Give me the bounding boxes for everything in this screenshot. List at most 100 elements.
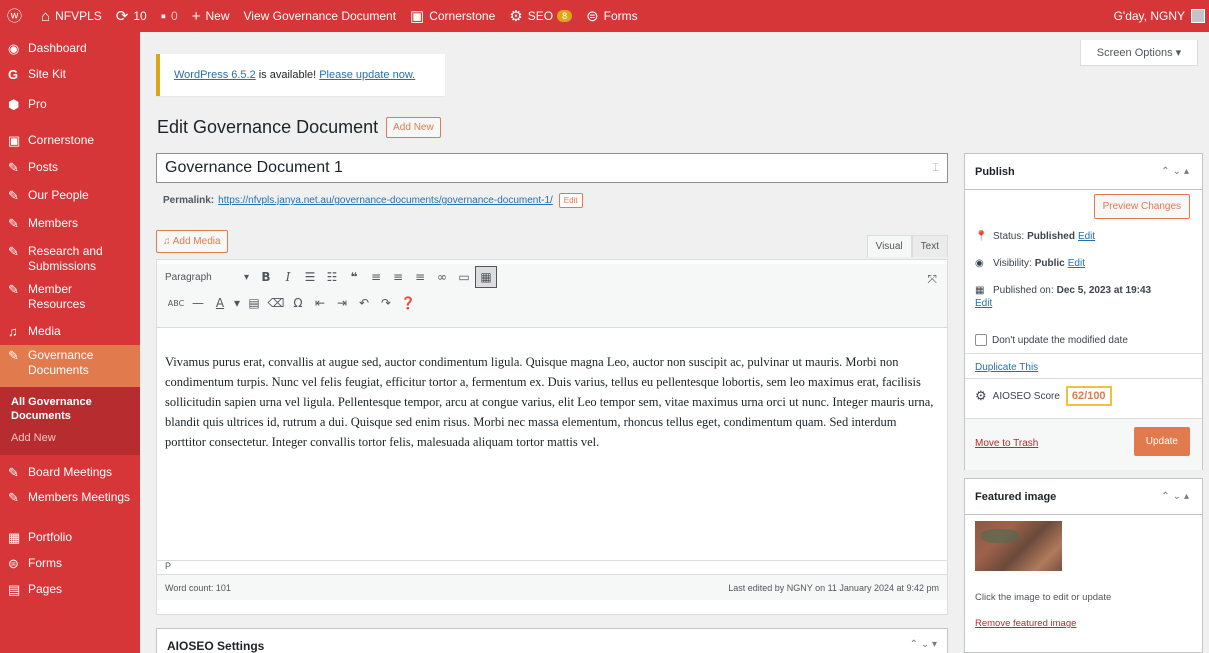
sidebar-item-dashboard[interactable]: ◉ Dashboard <box>0 32 140 64</box>
special-character-icon[interactable]: Ω <box>287 292 309 314</box>
fullscreen-icon[interactable]: ⤧ <box>927 272 937 287</box>
editor-toolbar: Paragraph ▾ B I ☰ ☷ ❝ ≡ ≡ ≡ ∞ ▭ ▦ ABC — A… <box>157 264 947 328</box>
text-color-icon[interactable]: A <box>209 292 231 314</box>
comments-link[interactable]: ▪ 0 <box>154 0 185 32</box>
box-controls[interactable]: ⌃ ⌄ ▾ <box>910 639 937 653</box>
outdent-icon[interactable]: ⇤ <box>309 292 331 314</box>
sidebar-item-members[interactable]: ✎ Members <box>0 213 140 241</box>
permalink-row: Permalink: https://nfvpls.janya.net.au/g… <box>163 193 583 208</box>
sidebar-item-our-people[interactable]: ✎ Our People <box>0 185 140 213</box>
read-more-icon[interactable]: ▭ <box>453 266 475 288</box>
featured-image-thumbnail[interactable] <box>975 521 1062 571</box>
link-icon[interactable]: ∞ <box>431 266 453 288</box>
horizontal-line-icon[interactable]: — <box>187 292 209 314</box>
site-name-link[interactable]: ⌂ NFVPLS <box>34 0 109 32</box>
refresh-icon: ⟳ <box>115 7 129 25</box>
editor-tools: ♫ Add Media Visual Text <box>156 215 948 259</box>
toolbar-toggle-icon[interactable]: ▦ <box>475 266 497 288</box>
tab-visual[interactable]: Visual <box>866 235 912 257</box>
help-icon[interactable]: ❓ <box>397 292 419 314</box>
date-edit-link[interactable]: Edit <box>975 298 1195 309</box>
publish-header: Publish ⌃⌄▴ <box>965 154 1202 190</box>
sidebar-item-pro[interactable]: ⬢ Pro <box>0 94 140 130</box>
move-to-trash-link[interactable]: Move to Trash <box>975 438 1038 449</box>
editor-box: Paragraph ▾ B I ☰ ☷ ❝ ≡ ≡ ≡ ∞ ▭ ▦ ABC — A… <box>156 259 948 615</box>
bold-icon[interactable]: B <box>255 266 277 288</box>
preview-changes-button[interactable]: Preview Changes <box>1093 194 1190 219</box>
align-left-icon[interactable]: ≡ <box>365 266 387 288</box>
box-controls[interactable]: ⌃⌄▴ <box>1161 166 1192 177</box>
blockquote-icon[interactable]: ❝ <box>343 266 365 288</box>
post-title-input[interactable]: Governance Document 1 ⌶ <box>156 153 948 183</box>
status-row: 📍 Status: Published Edit <box>975 231 1096 242</box>
box-controls[interactable]: ⌃⌄▴ <box>1161 491 1192 502</box>
divider <box>965 353 1202 354</box>
sidebar-item-research[interactable]: ✎ Research and Submissions <box>0 241 140 279</box>
bullet-list-icon[interactable]: ☰ <box>299 266 321 288</box>
screen-options-button[interactable]: Screen Options ▾ <box>1080 40 1198 66</box>
tab-text[interactable]: Text <box>911 235 948 257</box>
sidebar-item-posts[interactable]: ✎ Posts <box>0 157 140 185</box>
featured-image-help: Click the image to edit or update <box>975 592 1112 603</box>
portfolio-icon: ▦ <box>8 530 21 545</box>
dont-update-checkbox-row[interactable]: Don't update the modified date <box>975 334 1128 346</box>
sidebar-item-forms[interactable]: ⊜ Forms <box>0 553 140 579</box>
permalink-label: Permalink: <box>163 195 215 206</box>
sidebar-item-members-meetings[interactable]: ✎ Members Meetings <box>0 485 140 527</box>
align-center-icon[interactable]: ≡ <box>387 266 409 288</box>
pin-icon: ✎ <box>8 465 19 480</box>
sidebar-item-media[interactable]: ♫ Media <box>0 321 140 345</box>
format-select[interactable]: Paragraph ▾ <box>165 272 255 283</box>
seo-link[interactable]: ⚙ SEO 8 <box>502 0 579 32</box>
permalink-edit-button[interactable]: Edit <box>558 193 583 208</box>
wordpress-logo-icon[interactable]: ⓦ <box>0 0 34 32</box>
strikethrough-icon[interactable]: ABC <box>165 292 187 314</box>
indent-icon[interactable]: ⇥ <box>331 292 353 314</box>
sidebar-item-pages[interactable]: ▤ Pages <box>0 579 140 603</box>
duplicate-link[interactable]: Duplicate This <box>975 362 1038 373</box>
add-media-button[interactable]: ♫ Add Media <box>156 230 228 253</box>
italic-icon[interactable]: I <box>277 266 299 288</box>
update-button[interactable]: Update <box>1133 427 1190 456</box>
aioseo-score-badge[interactable]: 62/100 <box>1065 386 1112 406</box>
visibility-edit-link[interactable]: Edit <box>1068 258 1085 269</box>
sidebar-item-site-kit[interactable]: G Site Kit <box>0 64 140 94</box>
featured-image-title: Featured image <box>975 490 1057 503</box>
submenu-all-governance-documents[interactable]: All Governance Documents <box>0 391 140 427</box>
sidebar-item-member-resources[interactable]: ✎ Member Resources <box>0 279 140 321</box>
editor-content[interactable]: Vivamus purus erat, convallis at augue s… <box>157 328 947 564</box>
clear-formatting-icon[interactable]: ⌫ <box>265 292 287 314</box>
user-account-link[interactable]: G'day, NGNY <box>1107 0 1209 32</box>
view-document-link[interactable]: View Governance Document <box>237 0 404 32</box>
aioseo-icon: ⚙ <box>975 388 987 403</box>
wordpress-version-link[interactable]: WordPress 6.5.2 <box>174 69 256 81</box>
plus-icon: + <box>191 7 201 25</box>
remove-featured-image-link[interactable]: Remove featured image <box>975 618 1076 629</box>
permalink-link[interactable]: https://nfvpls.janya.net.au/governance-d… <box>218 195 553 206</box>
sidebar-item-governance-documents[interactable]: ✎ Governance Documents <box>0 345 140 387</box>
status-edit-link[interactable]: Edit <box>1078 231 1095 242</box>
dont-update-checkbox[interactable] <box>975 334 987 346</box>
pin-icon: ✎ <box>8 244 19 259</box>
sidebar-item-portfolio[interactable]: ▦ Portfolio <box>0 527 140 553</box>
sidebar-item-board-meetings[interactable]: ✎ Board Meetings <box>0 455 140 485</box>
redo-icon[interactable]: ↷ <box>375 292 397 314</box>
last-edited: Last edited by NGNY on 11 January 2024 a… <box>728 582 939 593</box>
align-right-icon[interactable]: ≡ <box>409 266 431 288</box>
pin-icon: ✎ <box>8 216 19 231</box>
submenu-add-new[interactable]: Add New <box>0 427 140 449</box>
new-content-link[interactable]: + New <box>185 0 237 32</box>
aioseo-settings-box[interactable]: AIOSEO Settings ⌃ ⌄ ▾ <box>156 628 948 653</box>
updates-link[interactable]: ⟳ 10 <box>109 0 154 32</box>
sidebar-item-cornerstone[interactable]: ▣ Cornerstone <box>0 130 140 157</box>
add-new-button[interactable]: Add New <box>386 117 441 138</box>
undo-icon[interactable]: ↶ <box>353 292 375 314</box>
numbered-list-icon[interactable]: ☷ <box>321 266 343 288</box>
update-now-link[interactable]: Please update now. <box>319 69 415 81</box>
forms-link[interactable]: ⊜ Forms <box>579 0 645 32</box>
paste-text-icon[interactable]: ▤ <box>243 292 265 314</box>
seo-badge: 8 <box>557 10 573 22</box>
dashboard-icon: ◉ <box>8 41 20 56</box>
color-dropdown-icon[interactable]: ▾ <box>231 292 243 314</box>
cornerstone-link[interactable]: ▣ Cornerstone <box>403 0 502 32</box>
